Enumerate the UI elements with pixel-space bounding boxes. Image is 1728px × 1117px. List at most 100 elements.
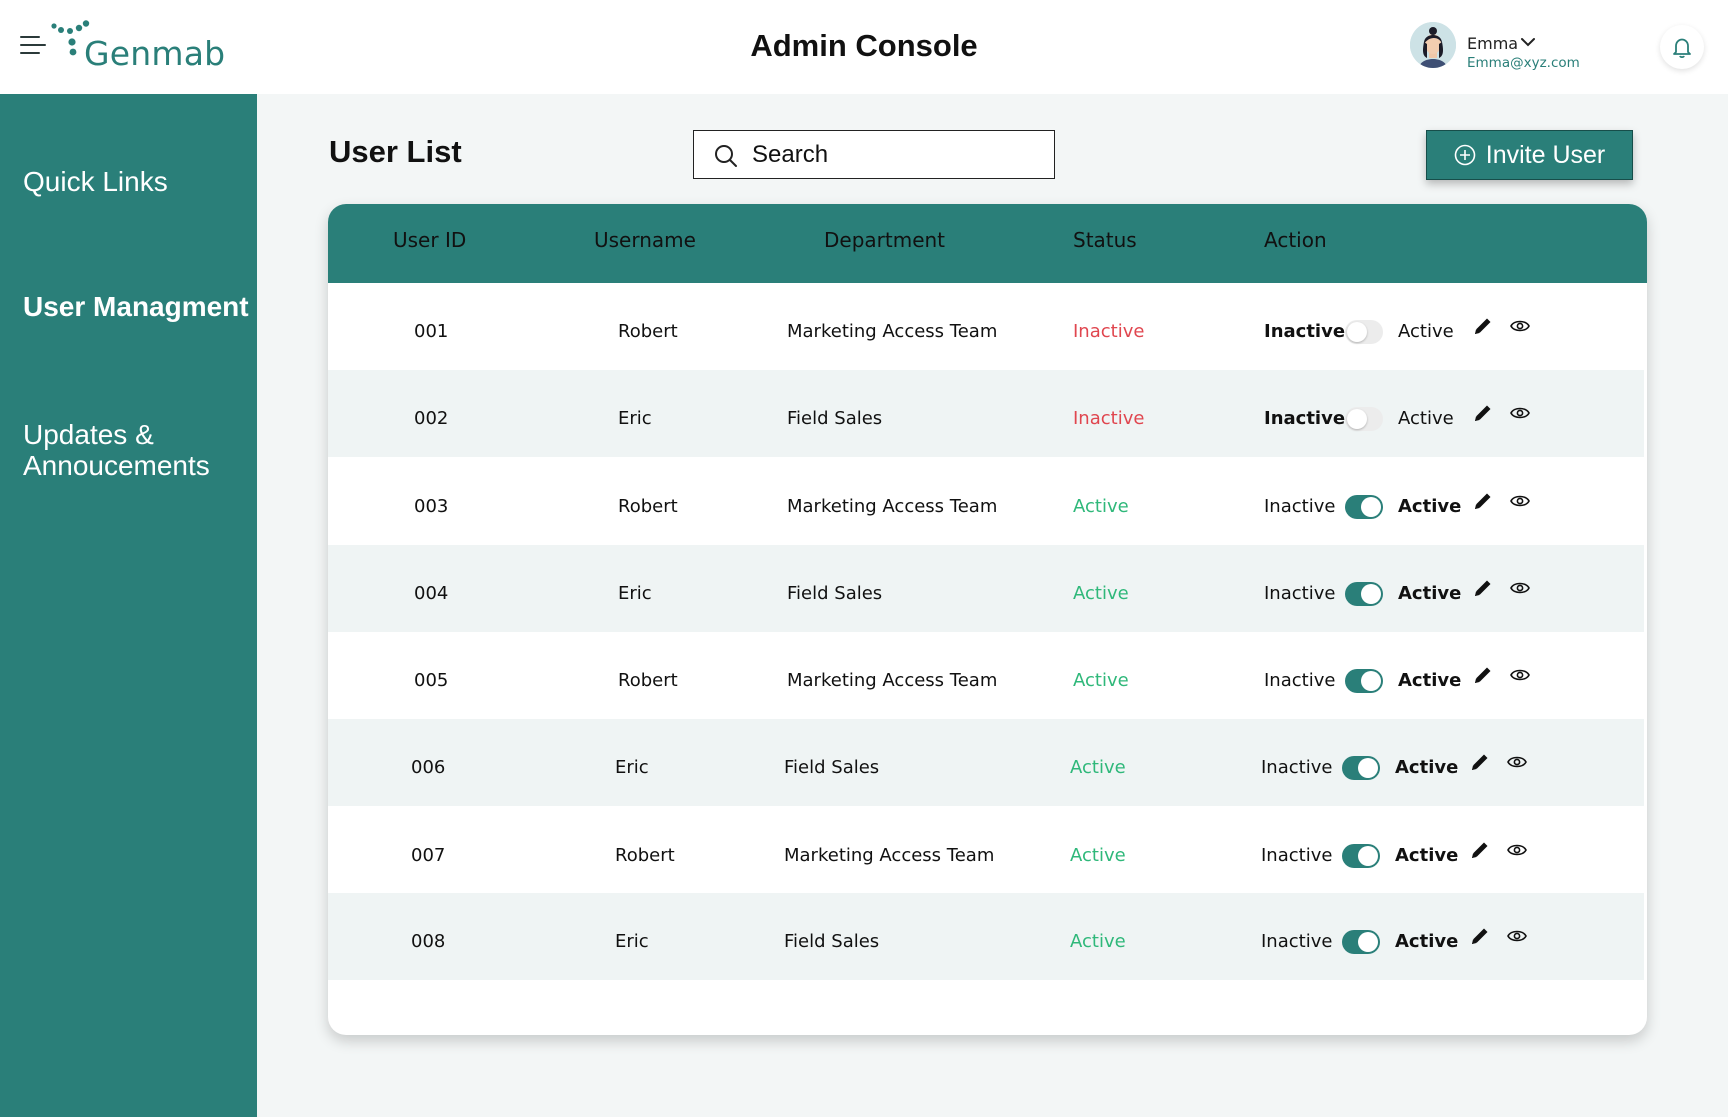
cell-username: Robert: [615, 845, 675, 866]
cell-department: Field Sales: [787, 583, 883, 604]
status-toggle[interactable]: [1345, 582, 1383, 606]
toggle-label-inactive: Inactive: [1264, 496, 1336, 517]
status-toggle[interactable]: [1342, 844, 1380, 868]
toggle-label-inactive: Inactive: [1261, 845, 1333, 866]
edit-pencil-icon[interactable]: [1472, 315, 1494, 342]
column-header-department[interactable]: Department: [824, 228, 945, 252]
sidebar: Quick Links User Managment Updates & Ann…: [0, 94, 257, 1117]
cell-department: Field Sales: [784, 931, 880, 952]
cell-user-id: 006: [411, 757, 446, 778]
status-badge: Active: [1073, 496, 1129, 517]
view-eye-icon[interactable]: [1507, 843, 1527, 862]
cell-department: Marketing Access Team: [787, 496, 998, 517]
toggle-label-inactive: Inactive: [1261, 757, 1333, 778]
edit-pencil-icon[interactable]: [1472, 664, 1494, 691]
edit-pencil-icon[interactable]: [1469, 751, 1491, 778]
cell-department: Marketing Access Team: [784, 845, 995, 866]
sidebar-item-updates-announcements[interactable]: Updates & Annoucements: [23, 419, 223, 481]
column-header-status[interactable]: Status: [1073, 228, 1137, 252]
table-row: 008 Eric Field Sales Active Inactive Active: [328, 893, 1644, 980]
toggle-label-active: Active: [1395, 757, 1459, 778]
toggle-label-inactive: Inactive: [1264, 670, 1336, 691]
invite-user-button[interactable]: Invite User: [1426, 130, 1633, 180]
cell-username: Eric: [618, 583, 652, 604]
view-eye-icon[interactable]: [1510, 668, 1530, 687]
status-toggle[interactable]: [1345, 669, 1383, 693]
avatar: [1410, 22, 1456, 68]
chevron-down-icon[interactable]: [1520, 36, 1536, 48]
status-toggle[interactable]: [1345, 407, 1383, 431]
search-box[interactable]: [693, 130, 1055, 179]
toggle-knob: [1347, 409, 1367, 429]
toggle-knob: [1358, 932, 1378, 952]
cell-username: Eric: [615, 931, 649, 952]
edit-pencil-icon[interactable]: [1472, 490, 1494, 517]
table-row: 007 Robert Marketing Access Team Active Inac…: [328, 807, 1644, 894]
toggle-label-active: Active: [1398, 670, 1462, 691]
status-badge: Active: [1073, 583, 1129, 604]
user-menu[interactable]: Emma Emma@xyz.com: [1410, 22, 1610, 72]
toggle-label-inactive: Inactive: [1261, 931, 1333, 952]
toggle-label-active: Active: [1395, 845, 1459, 866]
cell-username: Robert: [618, 670, 678, 691]
status-toggle[interactable]: [1345, 320, 1383, 344]
table-row: 005 Robert Marketing Access Team Active Inac…: [328, 632, 1644, 719]
cell-department: Field Sales: [787, 408, 883, 429]
toggle-label-active: Active: [1398, 496, 1462, 517]
view-eye-icon[interactable]: [1507, 755, 1527, 774]
plus-circle-icon: [1454, 144, 1476, 166]
status-toggle[interactable]: [1342, 930, 1380, 954]
status-badge: Active: [1070, 757, 1126, 778]
status-badge: Inactive: [1073, 321, 1145, 342]
status-badge: Active: [1073, 670, 1129, 691]
column-header-username[interactable]: Username: [594, 228, 696, 252]
cell-user-id: 007: [411, 845, 446, 866]
view-eye-icon[interactable]: [1510, 494, 1530, 513]
toggle-label-inactive: Inactive: [1264, 321, 1346, 342]
status-badge: Active: [1070, 845, 1126, 866]
status-toggle[interactable]: [1342, 756, 1380, 780]
cell-department: Marketing Access Team: [787, 321, 998, 342]
toggle-label-active: Active: [1398, 408, 1454, 429]
table-row: 001 Robert Marketing Access Team Inactive In…: [328, 283, 1644, 370]
user-name: Emma: [1467, 34, 1519, 53]
status-badge: Active: [1070, 931, 1126, 952]
status-toggle[interactable]: [1345, 495, 1383, 519]
search-icon: [715, 145, 737, 167]
table-header: User ID Username Department Status Actio…: [328, 204, 1647, 283]
view-eye-icon[interactable]: [1510, 406, 1530, 425]
cell-username: Robert: [618, 321, 678, 342]
cell-user-id: 008: [411, 931, 446, 952]
toggle-label-inactive: Inactive: [1264, 583, 1336, 604]
cell-department: Marketing Access Team: [787, 670, 998, 691]
toggle-knob: [1347, 322, 1367, 342]
view-eye-icon[interactable]: [1507, 929, 1527, 948]
toggle-knob: [1361, 671, 1381, 691]
toggle-knob: [1361, 497, 1381, 517]
sidebar-item-user-management[interactable]: User Managment: [23, 291, 253, 322]
toggle-knob: [1361, 584, 1381, 604]
toggle-label-inactive: Inactive: [1264, 408, 1346, 429]
cell-username: Eric: [618, 408, 652, 429]
toggle-label-active: Active: [1398, 583, 1462, 604]
toggle-knob: [1358, 758, 1378, 778]
edit-pencil-icon[interactable]: [1472, 402, 1494, 429]
invite-user-label: Invite User: [1485, 140, 1606, 169]
cell-username: Eric: [615, 757, 649, 778]
edit-pencil-icon[interactable]: [1469, 925, 1491, 952]
sidebar-item-quick-links[interactable]: Quick Links: [23, 166, 168, 197]
cell-user-id: 002: [414, 408, 449, 429]
view-eye-icon[interactable]: [1510, 319, 1530, 338]
column-header-action: Action: [1264, 228, 1327, 252]
table-row: 004 Eric Field Sales Active Inactive Active: [328, 545, 1644, 632]
column-header-user-id[interactable]: User ID: [393, 228, 466, 252]
notification-bell-icon[interactable]: [1660, 25, 1704, 69]
edit-pencil-icon[interactable]: [1472, 577, 1494, 604]
edit-pencil-icon[interactable]: [1469, 839, 1491, 866]
cell-user-id: 003: [414, 496, 449, 517]
table-row: 003 Robert Marketing Access Team Active Inac…: [328, 458, 1644, 545]
search-input[interactable]: [750, 139, 1044, 171]
cell-department: Field Sales: [784, 757, 880, 778]
table-row: 006 Eric Field Sales Active Inactive Active: [328, 719, 1644, 806]
view-eye-icon[interactable]: [1510, 581, 1530, 600]
